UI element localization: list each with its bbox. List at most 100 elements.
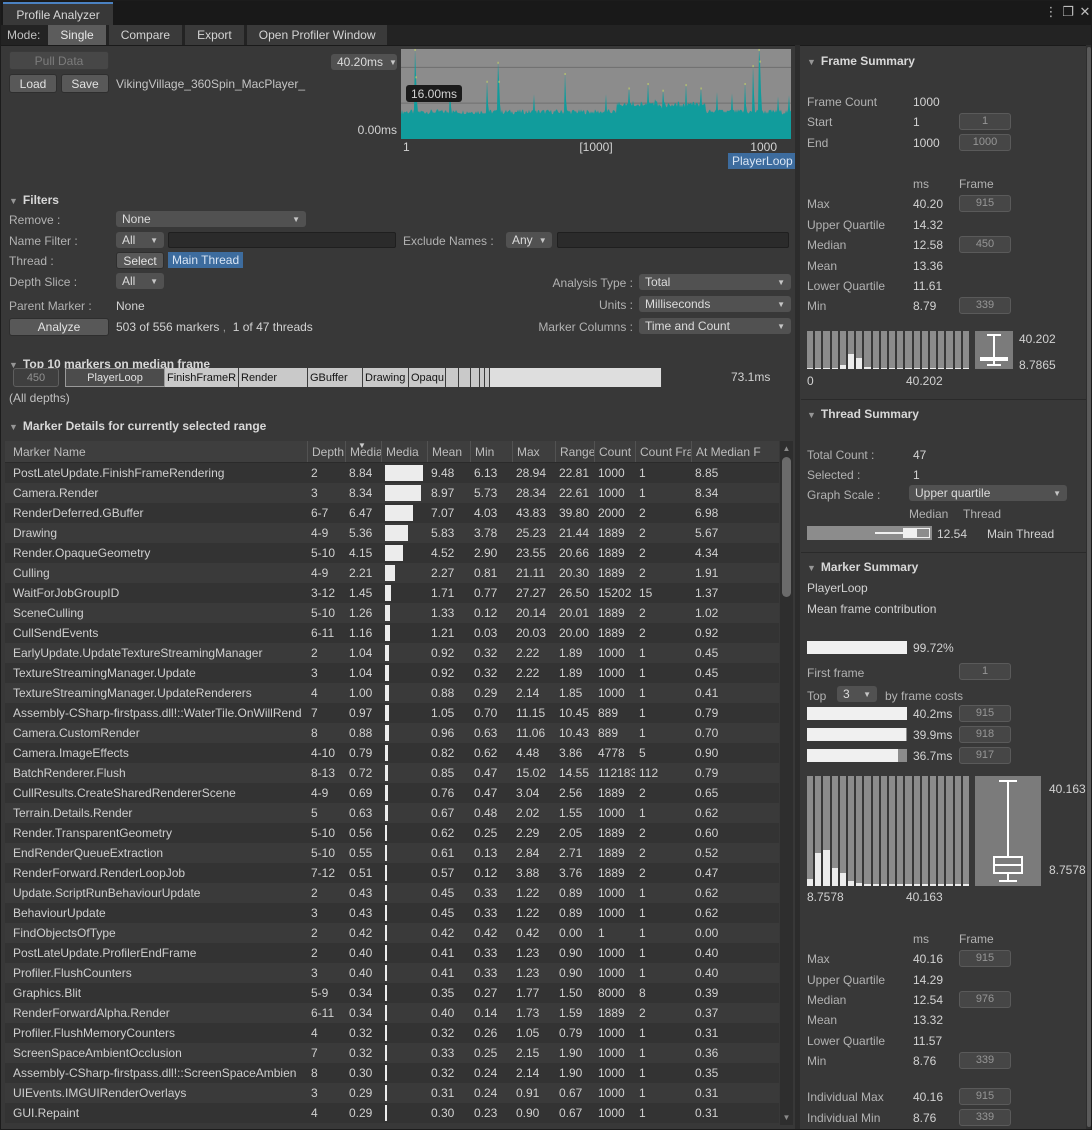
marker-details-header[interactable]: ▼Marker Details for currently selected r… [9, 419, 266, 433]
top-frame-badge-3[interactable]: 917 [959, 747, 1011, 764]
table-row[interactable]: CullResults.CreateSharedRendererScene4-9… [5, 783, 779, 803]
top10-frame-badge[interactable]: 450 [13, 368, 59, 387]
table-row[interactable]: Update.ScriptRunBehaviourUpdate20.430.45… [5, 883, 779, 903]
col-max[interactable]: Max [512, 441, 555, 462]
marker-table-header[interactable]: Marker Name Depth ▼Media Media Mean Min … [5, 441, 779, 463]
remove-dropdown[interactable]: None▼ [116, 211, 306, 227]
graph-scale-dropdown[interactable]: Upper quartile▼ [909, 485, 1067, 501]
filters-header[interactable]: ▼Filters [9, 193, 59, 207]
fs-max-frame-badge[interactable]: 915 [959, 195, 1011, 212]
table-row[interactable]: SceneCulling5-101.261.330.1220.1420.0118… [5, 603, 779, 623]
top-count-dropdown[interactable]: 3▼ [837, 686, 877, 702]
right-panel-scrollbar-thumb[interactable] [1087, 47, 1091, 1127]
table-row[interactable]: Camera.ImageEffects4-100.790.820.624.483… [5, 743, 779, 763]
table-row[interactable]: WaitForJobGroupID3-121.451.710.7727.2726… [5, 583, 779, 603]
maximize-icon[interactable]: ❐ [1060, 4, 1076, 20]
individual-max-frame-badge[interactable]: 915 [959, 1088, 1011, 1105]
units-dropdown[interactable]: Milliseconds▼ [639, 296, 791, 312]
table-row[interactable]: Camera.CustomRender80.880.960.6311.0610.… [5, 723, 779, 743]
exclude-mode-dropdown[interactable]: Any▼ [506, 232, 552, 248]
table-row[interactable]: FindObjectsOfType20.420.420.420.420.0011… [5, 923, 779, 943]
table-row[interactable]: TextureStreamingManager.Update31.040.920… [5, 663, 779, 683]
first-frame-badge[interactable]: 1 [959, 663, 1011, 680]
frame-time-chart[interactable]: 16.00ms [401, 49, 791, 139]
menu-item-single[interactable]: Single [48, 25, 105, 45]
col-marker-name[interactable]: Marker Name [5, 441, 307, 462]
close-icon[interactable]: ✕ [1077, 4, 1092, 20]
table-row[interactable]: RenderDeferred.GBuffer6-76.477.074.0343.… [5, 503, 779, 523]
pull-data-button[interactable]: Pull Data [9, 51, 109, 70]
col-count[interactable]: Count [594, 441, 635, 462]
right-panel-scrollbar[interactable] [1086, 45, 1092, 1130]
table-row[interactable]: Render.OpaqueGeometry5-104.154.522.9023.… [5, 543, 779, 563]
individual-min-frame-badge[interactable]: 339 [959, 1109, 1011, 1126]
col-min[interactable]: Min [470, 441, 512, 462]
col-depth[interactable]: Depth [307, 441, 345, 462]
analyze-button[interactable]: Analyze [9, 318, 109, 336]
table-row[interactable]: TextureStreamingManager.UpdateRenderers4… [5, 683, 779, 703]
table-row[interactable]: Culling4-92.212.270.8121.1120.30188921.9… [5, 563, 779, 583]
table-row[interactable]: BatchRenderer.Flush8-130.720.850.4715.02… [5, 763, 779, 783]
table-row[interactable]: CullSendEvents6-111.161.210.0320.0320.00… [5, 623, 779, 643]
ms-min-frame-badge[interactable]: 339 [959, 1052, 1011, 1069]
table-scrollbar[interactable]: ▲ ▼ [780, 441, 793, 1125]
thread-summary-header[interactable]: ▼Thread Summary [807, 407, 919, 421]
kebab-menu-icon[interactable]: ⋮ [1043, 4, 1059, 20]
table-row[interactable]: Assembly-CSharp-firstpass.dll!::WaterTil… [5, 703, 779, 723]
ms-median-frame-badge[interactable]: 976 [959, 991, 1011, 1008]
range-dropdown[interactable]: 40.20ms▼ [331, 54, 397, 70]
scroll-up-icon[interactable]: ▲ [780, 444, 793, 453]
analysis-type-dropdown[interactable]: Total▼ [639, 274, 791, 290]
start-frame-badge[interactable]: 1 [959, 113, 1011, 130]
table-row[interactable]: RenderForward.RenderLoopJob7-120.510.570… [5, 863, 779, 883]
col-median-bar[interactable]: Media [381, 441, 427, 462]
col-range[interactable]: Range [555, 441, 594, 462]
table-row[interactable]: PostLateUpdate.FinishFrameRendering28.84… [5, 463, 779, 483]
load-button[interactable]: Load [9, 74, 57, 93]
col-mean[interactable]: Mean [427, 441, 470, 462]
col-count-frame[interactable]: Count Fra [635, 441, 691, 462]
col-median[interactable]: ▼Media [345, 441, 381, 462]
menu-item-compare[interactable]: Compare [109, 25, 182, 45]
table-row[interactable]: UIEvents.IMGUIRenderOverlays30.290.310.2… [5, 1083, 779, 1103]
scroll-down-icon[interactable]: ▼ [780, 1113, 793, 1122]
end-frame-badge[interactable]: 1000 [959, 134, 1011, 151]
cell: 8 [307, 726, 345, 740]
thread-select-button[interactable]: Select [116, 252, 164, 269]
col-at-median-frame[interactable]: At Median F [691, 441, 779, 462]
table-row[interactable]: BehaviourUpdate30.430.450.331.220.891000… [5, 903, 779, 923]
exclude-names-input[interactable] [557, 232, 789, 248]
fs-min-frame-badge[interactable]: 339 [959, 297, 1011, 314]
top-frame-badge-2[interactable]: 918 [959, 726, 1011, 743]
name-filter-mode-dropdown[interactable]: All▼ [116, 232, 164, 248]
table-row[interactable]: Camera.Render38.348.975.7328.3422.611000… [5, 483, 779, 503]
table-row[interactable]: Profiler.FlushMemoryCounters40.320.320.2… [5, 1023, 779, 1043]
table-row[interactable]: GUI.Repaint40.290.300.230.900.67100010.3… [5, 1103, 779, 1123]
menu-item-open-profiler-window[interactable]: Open Profiler Window [247, 25, 388, 45]
top-frame-badge-1[interactable]: 915 [959, 705, 1011, 722]
table-row[interactable]: Graphics.Blit5-90.340.350.271.771.508000… [5, 983, 779, 1003]
cell: 15.02 [512, 766, 555, 780]
marker-columns-dropdown[interactable]: Time and Count▼ [639, 318, 791, 334]
menu-item-export[interactable]: Export [185, 25, 244, 45]
ms-max-frame-badge[interactable]: 915 [959, 950, 1011, 967]
table-row[interactable]: Render.TransparentGeometry5-100.560.620.… [5, 823, 779, 843]
table-row[interactable]: Assembly-CSharp-firstpass.dll!::ScreenSp… [5, 1063, 779, 1083]
fs-median-frame-badge[interactable]: 450 [959, 236, 1011, 253]
marker-summary-header[interactable]: ▼Marker Summary [807, 560, 918, 574]
name-filter-input[interactable] [168, 232, 396, 248]
table-row[interactable]: EndRenderQueueExtraction5-100.550.610.13… [5, 843, 779, 863]
table-row[interactable]: RenderForwardAlpha.Render6-110.340.400.1… [5, 1003, 779, 1023]
frame-summary-header[interactable]: ▼Frame Summary [807, 54, 915, 68]
tab-profile-analyzer[interactable]: Profile Analyzer [3, 2, 113, 25]
table-scrollbar-thumb[interactable] [782, 457, 791, 597]
table-row[interactable]: Drawing4-95.365.833.7825.2321.44188925.6… [5, 523, 779, 543]
save-button[interactable]: Save [61, 74, 109, 93]
depth-slice-dropdown[interactable]: All▼ [116, 273, 164, 289]
table-row[interactable]: EarlyUpdate.UpdateTextureStreamingManage… [5, 643, 779, 663]
table-row[interactable]: ScreenSpaceAmbientOcclusion70.320.330.25… [5, 1043, 779, 1063]
table-row[interactable]: Profiler.FlushCounters30.400.410.331.230… [5, 963, 779, 983]
table-row[interactable]: PostLateUpdate.ProfilerEndFrame20.400.41… [5, 943, 779, 963]
cell: 0.56 [345, 826, 381, 840]
table-row[interactable]: Terrain.Details.Render50.630.670.482.021… [5, 803, 779, 823]
